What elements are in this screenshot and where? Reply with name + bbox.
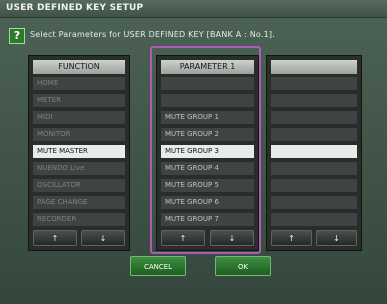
function-item-meter[interactable]: METER	[33, 94, 125, 107]
parameter-1-focus-highlight	[150, 46, 261, 254]
parameter-2-item[interactable]	[271, 128, 357, 141]
function-item-oscillator[interactable]: OSCILLATOR	[33, 179, 125, 192]
parameter-2-item[interactable]	[271, 162, 357, 175]
help-icon[interactable]: ?	[9, 28, 25, 44]
title-bar: USER DEFINED KEY SETUP	[0, 0, 387, 18]
parameter-2-scroll-up-button[interactable]: ↑	[271, 230, 312, 246]
parameter-2-item[interactable]	[271, 213, 357, 226]
function-header: FUNCTION	[33, 60, 125, 74]
function-item-page-change[interactable]: PAGE CHANGE	[33, 196, 125, 209]
function-item-recorder[interactable]: RECORDER	[33, 213, 125, 226]
window-title: USER DEFINED KEY SETUP	[6, 3, 144, 13]
user-defined-key-setup-window: USER DEFINED KEY SETUP ? Select Paramete…	[0, 0, 387, 304]
function-scroll-up-button[interactable]: ↑	[33, 230, 77, 246]
instruction-text: Select Parameters for USER DEFINED KEY […	[30, 30, 275, 39]
function-item-monitor[interactable]: MONITOR	[33, 128, 125, 141]
parameter-2-scroll-down-button[interactable]: ↓	[316, 230, 357, 246]
parameter-2-item[interactable]	[271, 179, 357, 192]
parameter-2-item[interactable]	[271, 196, 357, 209]
parameter-2-item[interactable]	[271, 77, 357, 90]
function-item-mute-master[interactable]: MUTE MASTER	[33, 145, 125, 158]
parameter-2-header	[271, 60, 357, 74]
function-scroll-down-button[interactable]: ↓	[81, 230, 125, 246]
parameter-2-item[interactable]	[271, 111, 357, 124]
function-item-midi[interactable]: MIDI	[33, 111, 125, 124]
function-item-nuendo-live[interactable]: NUENDO Live	[33, 162, 125, 175]
function-list-panel: FUNCTION HOME METER MIDI MONITOR MUTE MA…	[28, 55, 130, 251]
parameter-2-item-selected[interactable]	[271, 145, 357, 158]
function-item-home[interactable]: HOME	[33, 77, 125, 90]
ok-button[interactable]: OK	[215, 256, 271, 276]
parameter-2-list-panel: ↑ ↓	[266, 55, 362, 251]
cancel-button[interactable]: CANCEL	[130, 256, 186, 276]
parameter-2-item[interactable]	[271, 94, 357, 107]
